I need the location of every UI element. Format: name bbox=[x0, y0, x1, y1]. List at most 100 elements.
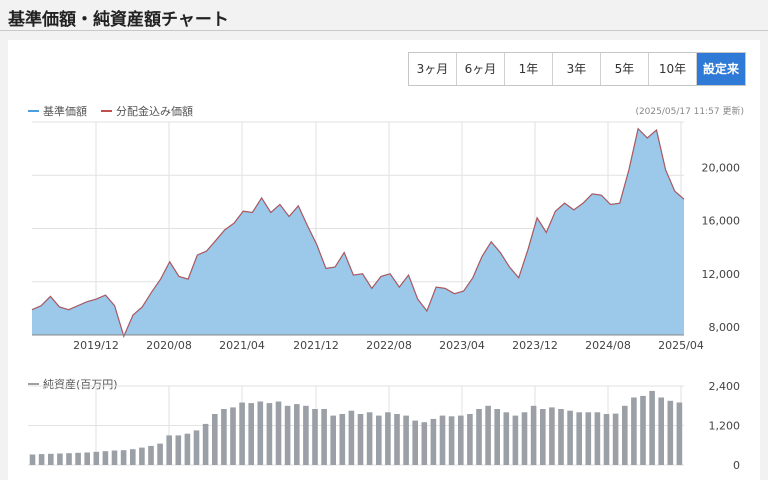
net-assets-bar bbox=[111, 450, 118, 465]
net-assets-bar bbox=[467, 414, 473, 465]
net-assets-chart: 0 1,200 2,400 bbox=[28, 380, 741, 472]
y-tick-label: 20,000 bbox=[702, 161, 741, 174]
net-assets-bar bbox=[540, 409, 546, 465]
net-assets-bar bbox=[448, 416, 455, 465]
y-tick-label: 8,000 bbox=[709, 321, 741, 334]
x-tick-label: 2021/12 bbox=[293, 339, 339, 352]
net-assets-bar bbox=[667, 400, 674, 465]
net-assets-bar bbox=[567, 410, 573, 465]
net-assets-bar bbox=[430, 418, 437, 465]
net-assets-bar bbox=[130, 449, 136, 465]
net-assets-bar bbox=[521, 412, 528, 465]
net-assets-bar bbox=[120, 450, 127, 465]
net-assets-bar bbox=[57, 453, 63, 465]
net-assets-bar bbox=[376, 415, 382, 465]
net-assets-bar bbox=[649, 390, 655, 465]
net-assets-bar bbox=[184, 433, 191, 465]
net-assets-bar bbox=[476, 409, 482, 465]
x-tick-label: 2025/04 bbox=[658, 339, 704, 352]
net-assets-bar bbox=[157, 443, 163, 465]
net-assets-bar bbox=[530, 405, 537, 466]
net-assets-bar bbox=[294, 404, 300, 465]
net-assets-bar bbox=[75, 452, 81, 465]
net-assets-bar bbox=[266, 403, 273, 465]
net-assets-bar bbox=[412, 420, 418, 465]
net-assets-bar bbox=[485, 405, 491, 466]
net-assets-bar bbox=[348, 410, 355, 465]
legend-item-nav[interactable]: 基準価額 bbox=[28, 103, 87, 119]
title-divider bbox=[0, 30, 768, 31]
net-assets-bar bbox=[239, 402, 245, 465]
x-tick-label: 2024/08 bbox=[585, 339, 631, 352]
net-assets-bar bbox=[248, 403, 254, 465]
net-assets-bar bbox=[193, 430, 200, 465]
net-assets-bar bbox=[494, 409, 500, 465]
range-3y-button[interactable]: 3年 bbox=[553, 53, 601, 85]
y-tick-label: 1,200 bbox=[709, 420, 741, 433]
net-assets-bar bbox=[66, 453, 72, 465]
net-assets-bar bbox=[576, 412, 582, 465]
net-assets-bar bbox=[284, 405, 291, 466]
x-tick-label: 2023/04 bbox=[439, 339, 485, 352]
net-assets-bar bbox=[357, 414, 364, 465]
net-assets-bar bbox=[93, 451, 100, 465]
x-tick-label: 2020/08 bbox=[146, 339, 192, 352]
range-6m-button[interactable]: 6ヶ月 bbox=[457, 53, 505, 85]
net-assets-bar bbox=[622, 405, 628, 466]
price-chart: 8,000 12,000 16,000 20,000 2019/12 2020/08 202… bbox=[31, 121, 741, 352]
legend-item-adjusted[interactable]: 分配金込み価額 bbox=[101, 103, 193, 119]
x-tick-label: 2022/08 bbox=[366, 339, 412, 352]
net-assets-bar bbox=[166, 435, 172, 465]
net-assets-bar bbox=[585, 412, 592, 465]
x-tick-label: 2023/12 bbox=[512, 339, 558, 352]
net-assets-bar bbox=[212, 414, 218, 465]
net-assets-bar bbox=[676, 402, 683, 465]
net-assets-bar bbox=[257, 401, 264, 465]
range-1y-button[interactable]: 1年 bbox=[505, 53, 553, 85]
net-assets-bar bbox=[38, 454, 45, 465]
net-assets-bar bbox=[29, 454, 36, 465]
x-tick-label: 2021/04 bbox=[219, 339, 265, 352]
net-assets-bar bbox=[175, 435, 182, 465]
net-assets-bar bbox=[558, 409, 564, 465]
range-10y-button[interactable]: 10年 bbox=[649, 53, 697, 85]
net-assets-bar bbox=[275, 401, 282, 465]
net-assets-bar bbox=[549, 407, 555, 465]
net-assets-bar bbox=[84, 452, 90, 465]
range-3m-button[interactable]: 3ヶ月 bbox=[409, 53, 457, 85]
net-assets-bar bbox=[385, 412, 391, 465]
y-tick-label: 2,400 bbox=[709, 380, 741, 393]
net-assets-bar bbox=[221, 409, 227, 465]
net-assets-bar bbox=[658, 397, 664, 465]
net-assets-bar bbox=[394, 414, 400, 465]
y-tick-label: 0 bbox=[733, 459, 740, 472]
net-assets-bar bbox=[330, 415, 336, 465]
legend-label-nav: 基準価額 bbox=[43, 105, 87, 118]
range-selector: 3ヶ月 6ヶ月 1年 3年 5年 10年 設定来 bbox=[408, 52, 746, 86]
net-assets-bar bbox=[366, 412, 373, 465]
net-assets-bar bbox=[48, 453, 54, 465]
x-tick-label: 2019/12 bbox=[73, 339, 119, 352]
updated-timestamp: (2025/05/17 11:57 更新) bbox=[635, 107, 744, 117]
nav-area bbox=[32, 128, 684, 337]
net-assets-bar bbox=[339, 414, 346, 465]
range-5y-button[interactable]: 5年 bbox=[601, 53, 649, 85]
range-since-inception-button[interactable]: 設定来 bbox=[697, 53, 745, 85]
net-assets-bar bbox=[303, 405, 309, 466]
net-assets-bar bbox=[503, 412, 510, 465]
net-assets-bar bbox=[458, 415, 464, 465]
price-chart-legend: 基準価額 分配金込み価額 bbox=[28, 103, 193, 119]
net-assets-bar bbox=[612, 413, 619, 465]
net-assets-bar bbox=[640, 395, 646, 465]
net-assets-bar bbox=[421, 422, 428, 465]
net-assets-bar bbox=[403, 415, 409, 465]
net-assets-bar bbox=[321, 409, 327, 465]
y-tick-label: 12,000 bbox=[702, 268, 741, 281]
net-assets-bar bbox=[230, 407, 236, 465]
net-assets-bar bbox=[512, 415, 519, 465]
y-tick-label: 16,000 bbox=[702, 215, 741, 228]
net-assets-bar bbox=[439, 415, 446, 465]
net-assets-bar bbox=[631, 397, 637, 465]
net-assets-bar bbox=[594, 412, 601, 465]
legend-swatch-adjusted bbox=[101, 110, 112, 112]
